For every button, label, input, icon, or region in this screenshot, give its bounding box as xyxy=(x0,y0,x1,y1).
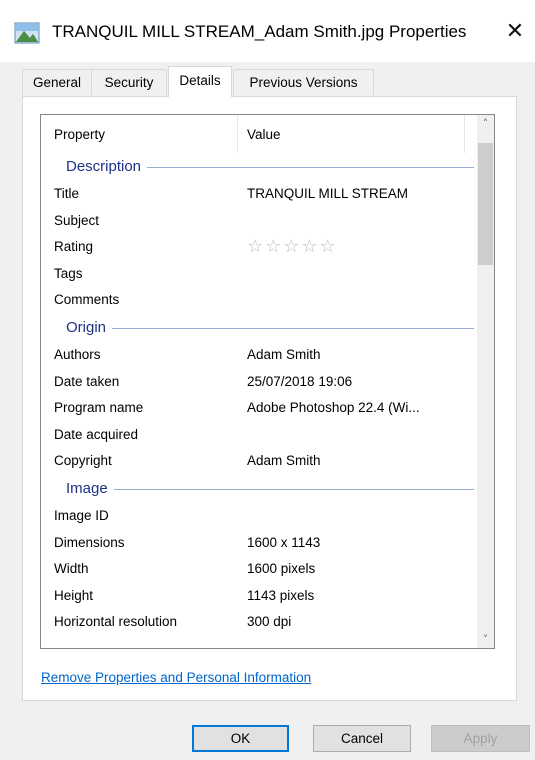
column-divider[interactable] xyxy=(464,115,465,153)
property-name: Width xyxy=(54,561,89,577)
property-row-width[interactable]: Width 1600 pixels xyxy=(41,556,478,583)
property-value[interactable]: 1143 pixels xyxy=(247,588,314,603)
property-row-copyright[interactable]: Copyright Adam Smith xyxy=(41,448,478,475)
property-row-dimensions[interactable]: Dimensions 1600 x 1143 xyxy=(41,530,478,557)
group-divider-line xyxy=(66,327,474,329)
image-file-icon xyxy=(14,22,40,44)
title-bar: TRANQUIL MILL STREAM_Adam Smith.jpg Prop… xyxy=(0,0,535,62)
group-header-origin: Origin xyxy=(41,314,478,342)
group-divider-line xyxy=(66,488,474,490)
group-label: Description xyxy=(66,158,148,175)
property-name: Tags xyxy=(54,265,83,281)
tab-general[interactable]: General xyxy=(22,69,92,95)
property-name: Horizontal resolution xyxy=(54,614,178,630)
details-panel: Property Value Description Title TRANQUI… xyxy=(22,96,517,701)
property-name: Rating xyxy=(54,239,94,255)
property-list[interactable]: Property Value Description Title TRANQUI… xyxy=(40,114,495,649)
remove-properties-link[interactable]: Remove Properties and Personal Informati… xyxy=(41,670,311,685)
column-header-value[interactable]: Value xyxy=(247,127,281,142)
property-name: Comments xyxy=(54,292,120,308)
rating-stars[interactable]: ☆☆☆☆☆ xyxy=(247,236,338,257)
property-name: Subject xyxy=(54,212,100,228)
property-row-image-id[interactable]: Image ID xyxy=(41,503,478,530)
property-name: Dimensions xyxy=(54,534,125,550)
group-label: Image xyxy=(66,479,114,497)
property-row-date-acquired[interactable]: Date acquired xyxy=(41,422,478,449)
tab-strip: General Security Details Previous Versio… xyxy=(22,66,517,97)
property-row-tags[interactable]: Tags xyxy=(41,261,478,288)
vertical-scrollbar[interactable]: ˄ ˅ xyxy=(477,115,494,648)
tab-security[interactable]: Security xyxy=(91,69,167,95)
scrollbar-thumb[interactable] xyxy=(478,143,493,265)
cancel-button[interactable]: Cancel xyxy=(313,725,411,752)
property-name: Image ID xyxy=(54,507,109,523)
property-name: Height xyxy=(54,587,94,603)
property-row-authors[interactable]: Authors Adam Smith xyxy=(41,342,478,369)
property-value[interactable]: 300 dpi xyxy=(247,614,291,629)
window-title: TRANQUIL MILL STREAM_Adam Smith.jpg Prop… xyxy=(52,22,467,41)
property-name: Program name xyxy=(54,400,144,416)
group-header-image: Image xyxy=(41,475,478,503)
property-rows: Description Title TRANQUIL MILL STREAM S… xyxy=(41,153,478,636)
apply-button[interactable]: Apply xyxy=(431,725,530,752)
property-row-height[interactable]: Height 1143 pixels xyxy=(41,583,478,610)
property-name: Date taken xyxy=(54,373,120,389)
property-value[interactable]: 1600 x 1143 xyxy=(247,535,320,550)
scroll-down-arrow-icon[interactable]: ˅ xyxy=(477,631,494,648)
property-value[interactable]: Adam Smith xyxy=(247,453,321,468)
column-header-property[interactable]: Property xyxy=(54,127,105,142)
property-row-comments[interactable]: Comments xyxy=(41,287,478,314)
property-value[interactable]: TRANQUIL MILL STREAM xyxy=(247,186,408,201)
property-row-horizontal-resolution[interactable]: Horizontal resolution 300 dpi xyxy=(41,609,478,636)
property-value[interactable]: 1600 pixels xyxy=(247,561,315,576)
close-button[interactable]: ✕ xyxy=(495,12,535,52)
property-name: Date acquired xyxy=(54,426,139,442)
property-row-title[interactable]: Title TRANQUIL MILL STREAM xyxy=(41,181,478,208)
property-row-program-name[interactable]: Program name Adobe Photoshop 22.4 (Wi... xyxy=(41,395,478,422)
group-header-description: Description xyxy=(41,153,478,181)
property-value[interactable]: Adam Smith xyxy=(247,347,321,362)
property-name: Authors xyxy=(54,346,101,362)
property-row-subject[interactable]: Subject xyxy=(41,208,478,235)
property-value[interactable]: Adobe Photoshop 22.4 (Wi... xyxy=(247,400,420,415)
property-name: Copyright xyxy=(54,453,112,469)
column-divider[interactable] xyxy=(237,115,238,153)
property-row-date-taken[interactable]: Date taken 25/07/2018 19:06 xyxy=(41,369,478,396)
group-label: Origin xyxy=(66,318,113,336)
property-value[interactable]: 25/07/2018 19:06 xyxy=(247,374,352,389)
tab-details[interactable]: Details xyxy=(168,66,232,97)
list-header: Property Value xyxy=(41,115,478,153)
property-row-rating[interactable]: Rating ☆☆☆☆☆ xyxy=(41,234,478,261)
tab-previous-versions[interactable]: Previous Versions xyxy=(233,69,374,95)
property-name: Title xyxy=(54,186,80,201)
ok-button[interactable]: OK xyxy=(192,725,289,752)
close-icon: ✕ xyxy=(505,19,525,44)
scroll-up-arrow-icon[interactable]: ˄ xyxy=(477,115,494,132)
